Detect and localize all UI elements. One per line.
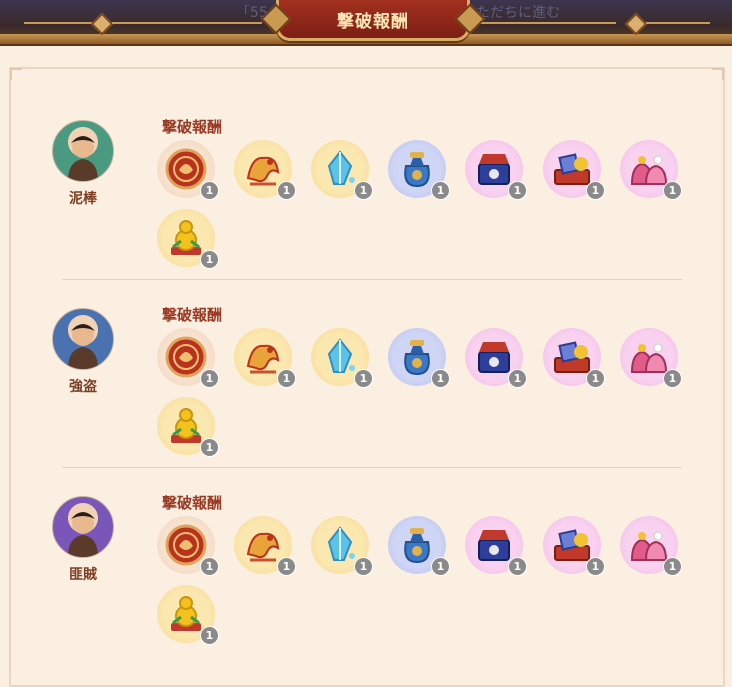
item-count-badge: 1 [200,250,219,269]
reward-section-label: 撃破報酬 [162,306,223,324]
tribute-box-icon[interactable]: 1 [543,328,605,388]
item-count-badge: 1 [200,626,219,645]
gold-dragon-icon[interactable]: 1 [234,516,296,576]
item-count-badge: 1 [277,181,296,200]
reward-section-label: 撃破報酬 [162,118,223,136]
rail-line-right [476,22,616,24]
item-count-badge: 1 [586,557,605,576]
enemy-name: 匪賊 [69,567,97,583]
reward-section-label: 撃破報酬 [162,494,223,512]
treasure-chest-icon[interactable]: 1 [465,140,527,200]
golden-gourd-icon[interactable]: 1 [157,209,219,269]
enemy-name: 強盗 [69,379,97,395]
item-count-badge: 1 [200,181,219,200]
background-text-right: ただちに進む [476,5,560,21]
item-count-badge: 1 [508,557,527,576]
item-count-badge: 1 [663,557,682,576]
page-title: 撃破報酬 [337,11,409,32]
item-count-badge: 1 [663,181,682,200]
blue-pouch-icon[interactable]: 1 [388,140,450,200]
blue-pouch-icon[interactable]: 1 [388,516,450,576]
enemy-card[interactable]: 泥棒 [52,120,114,208]
item-count-badge: 1 [200,369,219,388]
gold-dragon-icon[interactable]: 1 [234,140,296,200]
item-count-badge: 1 [508,181,527,200]
rail-line-left-2 [112,22,262,24]
bronze-coin-icon[interactable]: 1 [157,140,219,200]
enemy-avatar [52,496,114,558]
item-count-badge: 1 [431,557,450,576]
gold-dragon-icon[interactable]: 1 [234,328,296,388]
enemy-name: 泥棒 [69,191,97,207]
tribute-box-icon[interactable]: 1 [543,140,605,200]
gift-bags-icon[interactable]: 1 [620,328,682,388]
item-count-badge: 1 [508,369,527,388]
blue-crystal-icon[interactable]: 1 [311,140,373,200]
gift-bags-icon[interactable]: 1 [620,140,682,200]
blue-crystal-icon[interactable]: 1 [311,516,373,576]
enemy-card[interactable]: 強盗 [52,308,114,396]
item-count-badge: 1 [586,181,605,200]
row-divider [62,279,682,280]
item-count-badge: 1 [354,369,373,388]
blue-pouch-icon[interactable]: 1 [388,328,450,388]
treasure-chest-icon[interactable]: 1 [465,328,527,388]
item-count-badge: 1 [663,369,682,388]
enemy-avatar [52,308,114,370]
item-count-badge: 1 [277,557,296,576]
row-divider [62,467,682,468]
enemy-avatar [52,120,114,182]
bronze-coin-icon[interactable]: 1 [157,516,219,576]
item-count-badge: 1 [277,369,296,388]
item-count-badge: 1 [200,438,219,457]
golden-gourd-icon[interactable]: 1 [157,397,219,457]
item-count-badge: 1 [431,181,450,200]
item-count-badge: 1 [431,369,450,388]
item-count-badge: 1 [354,557,373,576]
enemy-card[interactable]: 匪賊 [52,496,114,584]
treasure-chest-icon[interactable]: 1 [465,516,527,576]
item-count-badge: 1 [354,181,373,200]
title-plate: 撃破報酬 [276,0,470,41]
tribute-box-icon[interactable]: 1 [543,516,605,576]
corner-ornament [10,68,22,80]
golden-gourd-icon[interactable]: 1 [157,585,219,645]
corner-ornament [712,68,724,80]
item-count-badge: 1 [586,369,605,388]
bronze-coin-icon[interactable]: 1 [157,328,219,388]
blue-crystal-icon[interactable]: 1 [311,328,373,388]
gift-bags-icon[interactable]: 1 [620,516,682,576]
rail-line-left [24,22,92,24]
item-count-badge: 1 [200,557,219,576]
rail-line-right-2 [646,22,710,24]
